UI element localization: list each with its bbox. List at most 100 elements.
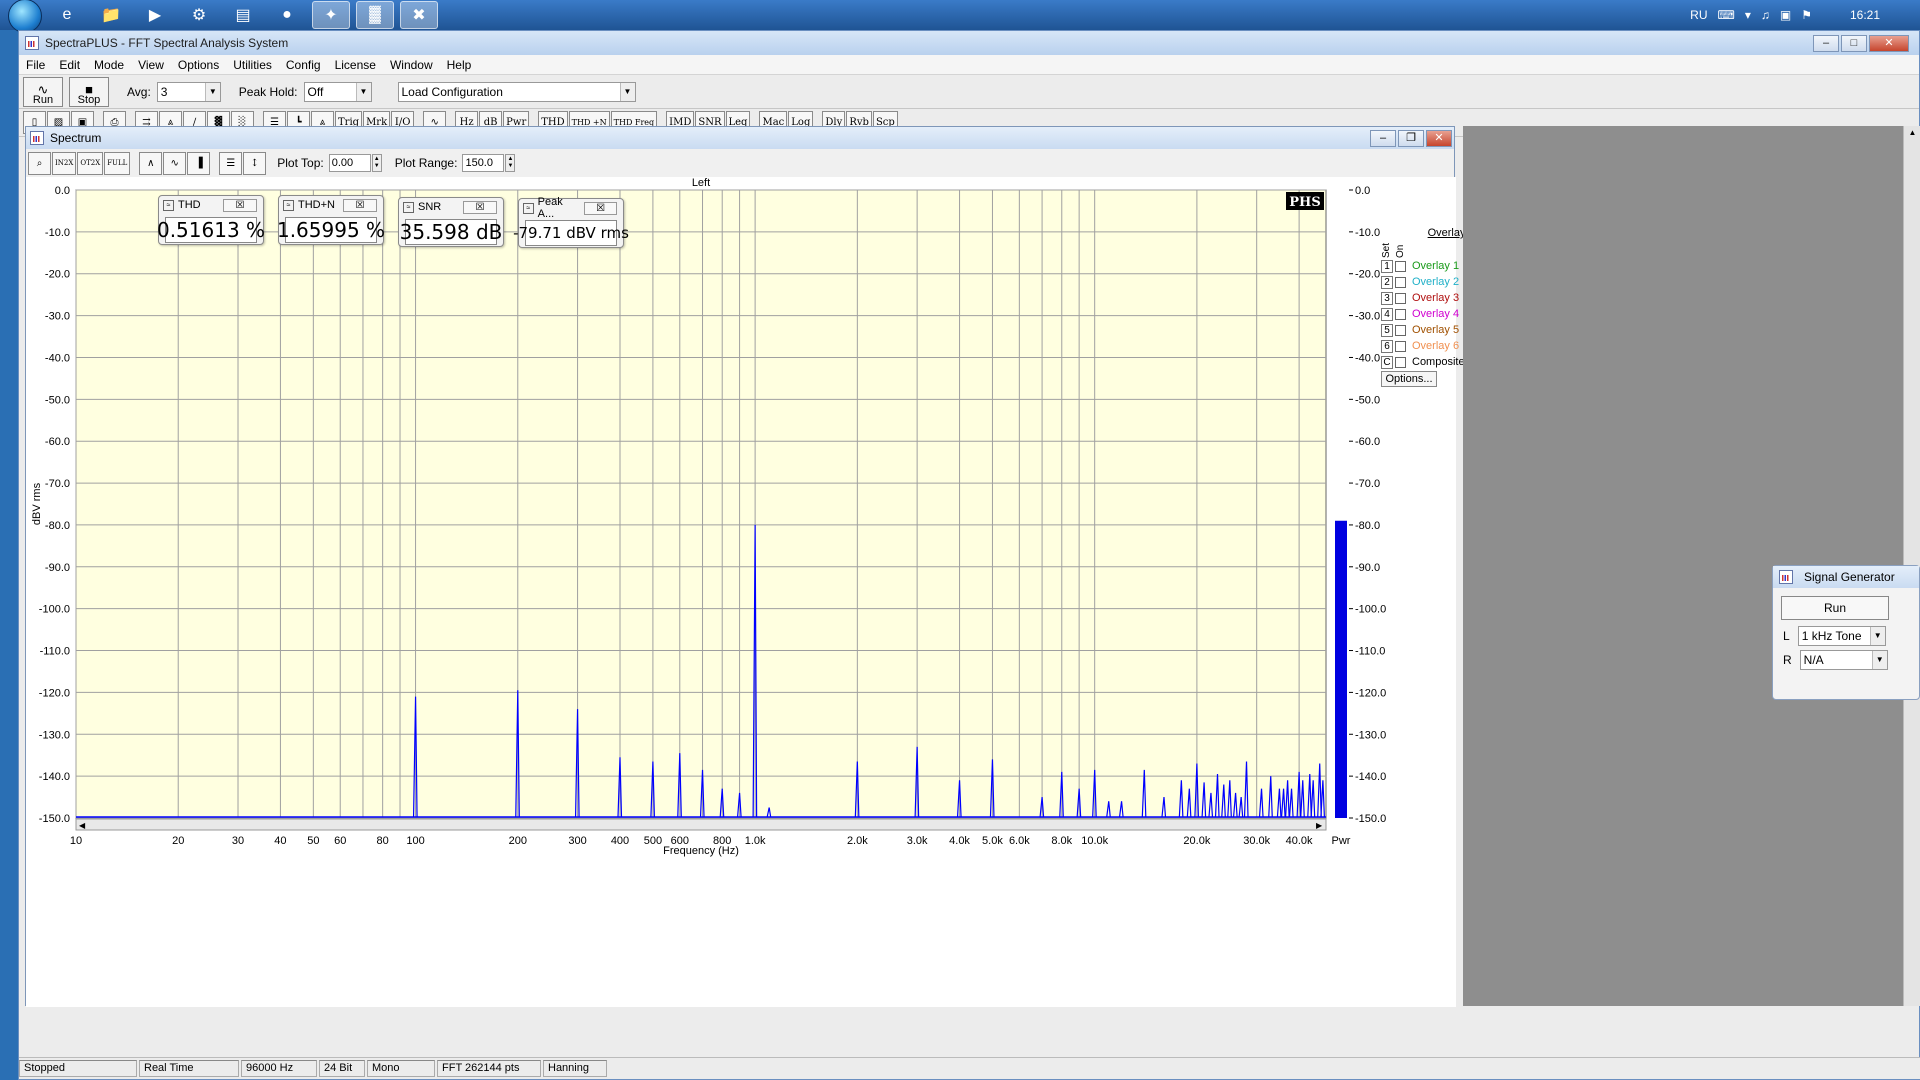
plot-top-input[interactable]: 0.00 [328,154,371,172]
menu-window[interactable]: Window [383,58,440,72]
spectrum-restore-button[interactable]: ❐ [1398,129,1424,147]
overlay-checkbox[interactable] [1395,356,1406,368]
volume-icon[interactable]: ♫ [1761,8,1770,22]
menu-config[interactable]: Config [279,58,328,72]
overlay-set-button[interactable]: 3 [1381,291,1393,305]
chevron-down-icon[interactable]: ▼ [619,82,635,101]
meter-close-icon[interactable]: ☒ [223,198,257,212]
media-player-icon[interactable]: ▶ [136,1,174,29]
menu-options[interactable]: Options [171,58,226,72]
menu-license[interactable]: License [328,58,383,72]
meter-thd[interactable]: ≈ THD ☒ 0.51613 % [157,195,265,245]
scale-icon[interactable]: ↕ [243,151,267,175]
chevron-down-icon[interactable]: ▼ [204,82,220,101]
chevron-down-icon[interactable]: ▼ [1871,651,1887,669]
menu-file[interactable]: File [19,58,52,72]
scroll-left-icon[interactable]: ◀ [79,821,86,830]
meter-close-icon[interactable]: ☒ [343,198,377,212]
explorer-icon[interactable]: 📁 [92,1,130,29]
app-icon-5[interactable]: ▤ [224,1,262,29]
zoom-out-2x-icon[interactable]: OT2X [77,151,104,175]
app-icon-9[interactable]: ✖ [400,1,438,29]
plot-range-spinner[interactable]: ▲ ▼ [505,154,516,172]
generator-run-button[interactable]: Run [1781,596,1889,620]
signal-generator-icon [1779,570,1793,584]
minimize-button[interactable]: – [1813,34,1839,52]
overlay-checkbox[interactable] [1395,292,1406,304]
close-button[interactable]: ✕ [1869,34,1909,52]
app-icon-7[interactable]: ✦ [312,1,350,29]
menu-view[interactable]: View [131,58,171,72]
meter-value: -79.71 dBV rms [513,220,629,246]
overlay-set-button[interactable]: 1 [1381,259,1393,273]
configuration-value: Load Configuration [401,84,503,99]
overlay-label: Overlay 5 [1412,324,1460,336]
overlay-options-button[interactable]: Options... [1381,371,1437,387]
spectrum-close-button[interactable]: ✕ [1426,129,1452,147]
menu-help[interactable]: Help [440,58,479,72]
spectrum-chart[interactable]: Left 0.0 -10.0 -20.0 -30.0 -40.0 -50.0 -60.0 -70… [26,177,1456,1007]
chevron-down-icon[interactable]: ▼ [1869,627,1885,645]
ie-icon[interactable]: e [48,1,86,29]
overlay-set-button[interactable]: 2 [1381,275,1393,289]
run-button[interactable]: ∿ Run [23,76,63,107]
peak-marker-icon[interactable]: ∧ [139,151,163,175]
x-tick-label: 200 [509,835,527,847]
bar-view-icon[interactable]: ▐ [187,151,211,175]
start-button[interactable] [8,0,42,33]
flag-icon[interactable]: ⚑ [1801,8,1812,22]
language-indicator[interactable]: RU [1690,8,1707,22]
chrome-icon[interactable]: ● [268,1,306,29]
app-icon-4[interactable]: ⚙ [180,1,218,29]
meter-close-icon[interactable]: ☒ [584,201,617,215]
spectrum-minimize-button[interactable]: – [1370,129,1396,147]
meter-thd-n[interactable]: ≈ THD+N ☒ 1.65995 % [277,195,385,245]
peak-hold-select[interactable]: Off ▼ [303,81,372,102]
meter-close-icon[interactable]: ☒ [463,200,497,214]
keyboard-icon[interactable]: ⌨ [1718,8,1735,22]
overlay-checkbox[interactable] [1395,324,1406,336]
menu-mode[interactable]: Mode [87,58,131,72]
spectrum-title: Spectrum [50,131,102,145]
plot-horizontal-scrollbar[interactable] [75,818,1327,831]
maximize-button[interactable]: □ [1841,34,1867,52]
left-signal-select[interactable]: 1 kHz Tone ▼ [1797,626,1886,646]
menu-edit[interactable]: Edit [52,58,87,72]
scroll-right-icon[interactable]: ▶ [1316,821,1323,830]
configuration-select[interactable]: Load Configuration ▼ [397,81,636,102]
meter-peak-a-[interactable]: ≈ Peak A... ☒ -79.71 dBV rms [513,196,629,248]
meter-snr[interactable]: ≈ SNR ☒ 35.598 dB [398,197,504,247]
meter-name: Peak A... [537,196,563,220]
zoom-in-2x-icon[interactable]: IN2X [52,151,77,175]
plot-top-spinner[interactable]: ▲ ▼ [371,154,382,172]
clock[interactable]: 16:21 [1850,8,1880,22]
stop-button[interactable]: ■ Stop [69,76,109,107]
overlay-set-button[interactable]: C [1381,355,1393,369]
overlay-checkbox[interactable] [1395,260,1406,272]
overlay-set-button[interactable]: 5 [1381,323,1393,337]
overlay-checkbox[interactable] [1395,276,1406,288]
network-icon[interactable]: ▣ [1780,8,1791,22]
zoom-icon[interactable]: ⌕ [28,151,51,175]
smooth-view-icon[interactable]: ∿ [163,151,187,175]
avg-select[interactable]: 3 ▼ [156,81,221,102]
properties-icon[interactable]: ☰ [219,151,243,175]
meter-icon: ≈ [163,199,174,211]
overlay-checkbox[interactable] [1395,340,1406,352]
signal-generator-window: Signal Generator Run L 1 kHz Tone ▼ R N/A… [1772,565,1920,700]
app-window: SpectraPLUS - FFT Spectral Analysis Syst… [18,30,1920,1080]
scroll-up-icon[interactable]: ▲ [1904,128,1920,137]
right-signal-select[interactable]: N/A ▼ [1799,650,1888,670]
spectraplus-taskbar-icon[interactable]: ▓ [356,1,394,29]
x-tick-label: 4.0k [949,835,970,847]
overlay-checkbox[interactable] [1395,308,1406,320]
power-tick-label: -60.0 [1355,436,1380,448]
chevron-down-icon[interactable]: ▼ [355,82,371,101]
power-tick-label: -20.0 [1355,269,1380,281]
zoom-out-full-icon[interactable]: FULL [104,151,131,175]
overlay-set-button[interactable]: 4 [1381,307,1393,321]
overlay-set-button[interactable]: 6 [1381,339,1393,353]
plot-range-input[interactable]: 150.0 [462,154,505,172]
menu-utilities[interactable]: Utilities [226,58,279,72]
chevron-down-icon[interactable]: ▾ [1745,8,1751,22]
